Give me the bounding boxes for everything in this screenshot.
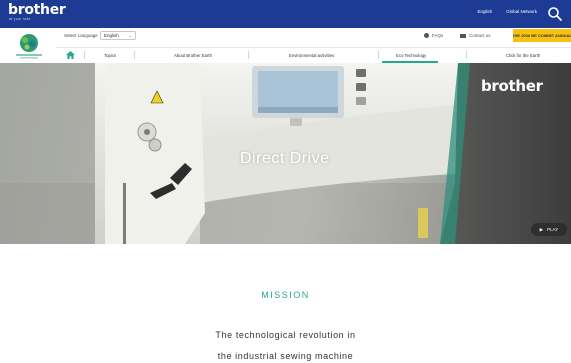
top-navigation-bar: brother at your side English Global Netw…: [0, 0, 571, 28]
nav-separator: [248, 51, 249, 59]
nav-separator: [378, 51, 379, 59]
mission-text-line-2: the industrial sewing machine: [217, 351, 354, 361]
faq-label: FAQs: [432, 33, 444, 38]
nav-item-environmental-activities[interactable]: Environmental activities: [289, 53, 334, 58]
hero-video-banner[interactable]: Direct Drive brother ▶ PLAY: [0, 63, 571, 244]
search-icon[interactable]: [545, 4, 565, 24]
nav-separator: [84, 51, 85, 59]
play-icon: ▶: [539, 226, 544, 232]
nav-separator: [466, 51, 467, 59]
mail-icon: [460, 33, 466, 38]
nav-item-topics[interactable]: Topics: [104, 53, 116, 58]
question-icon: [424, 33, 429, 38]
language-label: Select Language: [64, 33, 98, 38]
play-label: PLAY: [547, 227, 559, 232]
nav-separator: [134, 51, 135, 59]
hero-brand-text: brother: [481, 77, 543, 95]
mission-text-line-1: The technological revolution in: [215, 330, 356, 340]
brother-logo[interactable]: brother: [8, 3, 66, 17]
chevron-down-icon: ⌄: [128, 33, 132, 38]
mission-heading: MISSION: [261, 290, 310, 300]
play-button[interactable]: ▶ PLAY: [531, 223, 567, 236]
nav-item-about[interactable]: About Brother Earth: [174, 53, 212, 58]
language-select[interactable]: English ⌄: [100, 31, 136, 40]
brother-logo-tagline: at your side: [9, 17, 31, 21]
home-icon[interactable]: [66, 51, 75, 59]
cta-banner-button[interactable]: THE 2030 BE COMMIT ANNUAL: [513, 29, 571, 42]
page: brother at your side English Global Netw…: [0, 0, 571, 363]
global-network-link[interactable]: Global Network: [506, 9, 537, 14]
hero-title: Direct Drive: [240, 150, 330, 167]
brother-earth-logo-icon[interactable]: [14, 32, 44, 60]
language-select-value: English: [104, 33, 119, 38]
nav-item-eco-technology[interactable]: Eco Technology: [396, 53, 426, 58]
nav-item-click-for-earth[interactable]: Click for the Earth: [506, 53, 540, 58]
contact-label: Contact us: [469, 33, 491, 38]
top-links: English Global Network: [477, 9, 537, 14]
language-link[interactable]: English: [477, 9, 492, 14]
contact-link[interactable]: Contact us: [460, 33, 491, 38]
faq-link[interactable]: FAQs: [424, 33, 443, 38]
